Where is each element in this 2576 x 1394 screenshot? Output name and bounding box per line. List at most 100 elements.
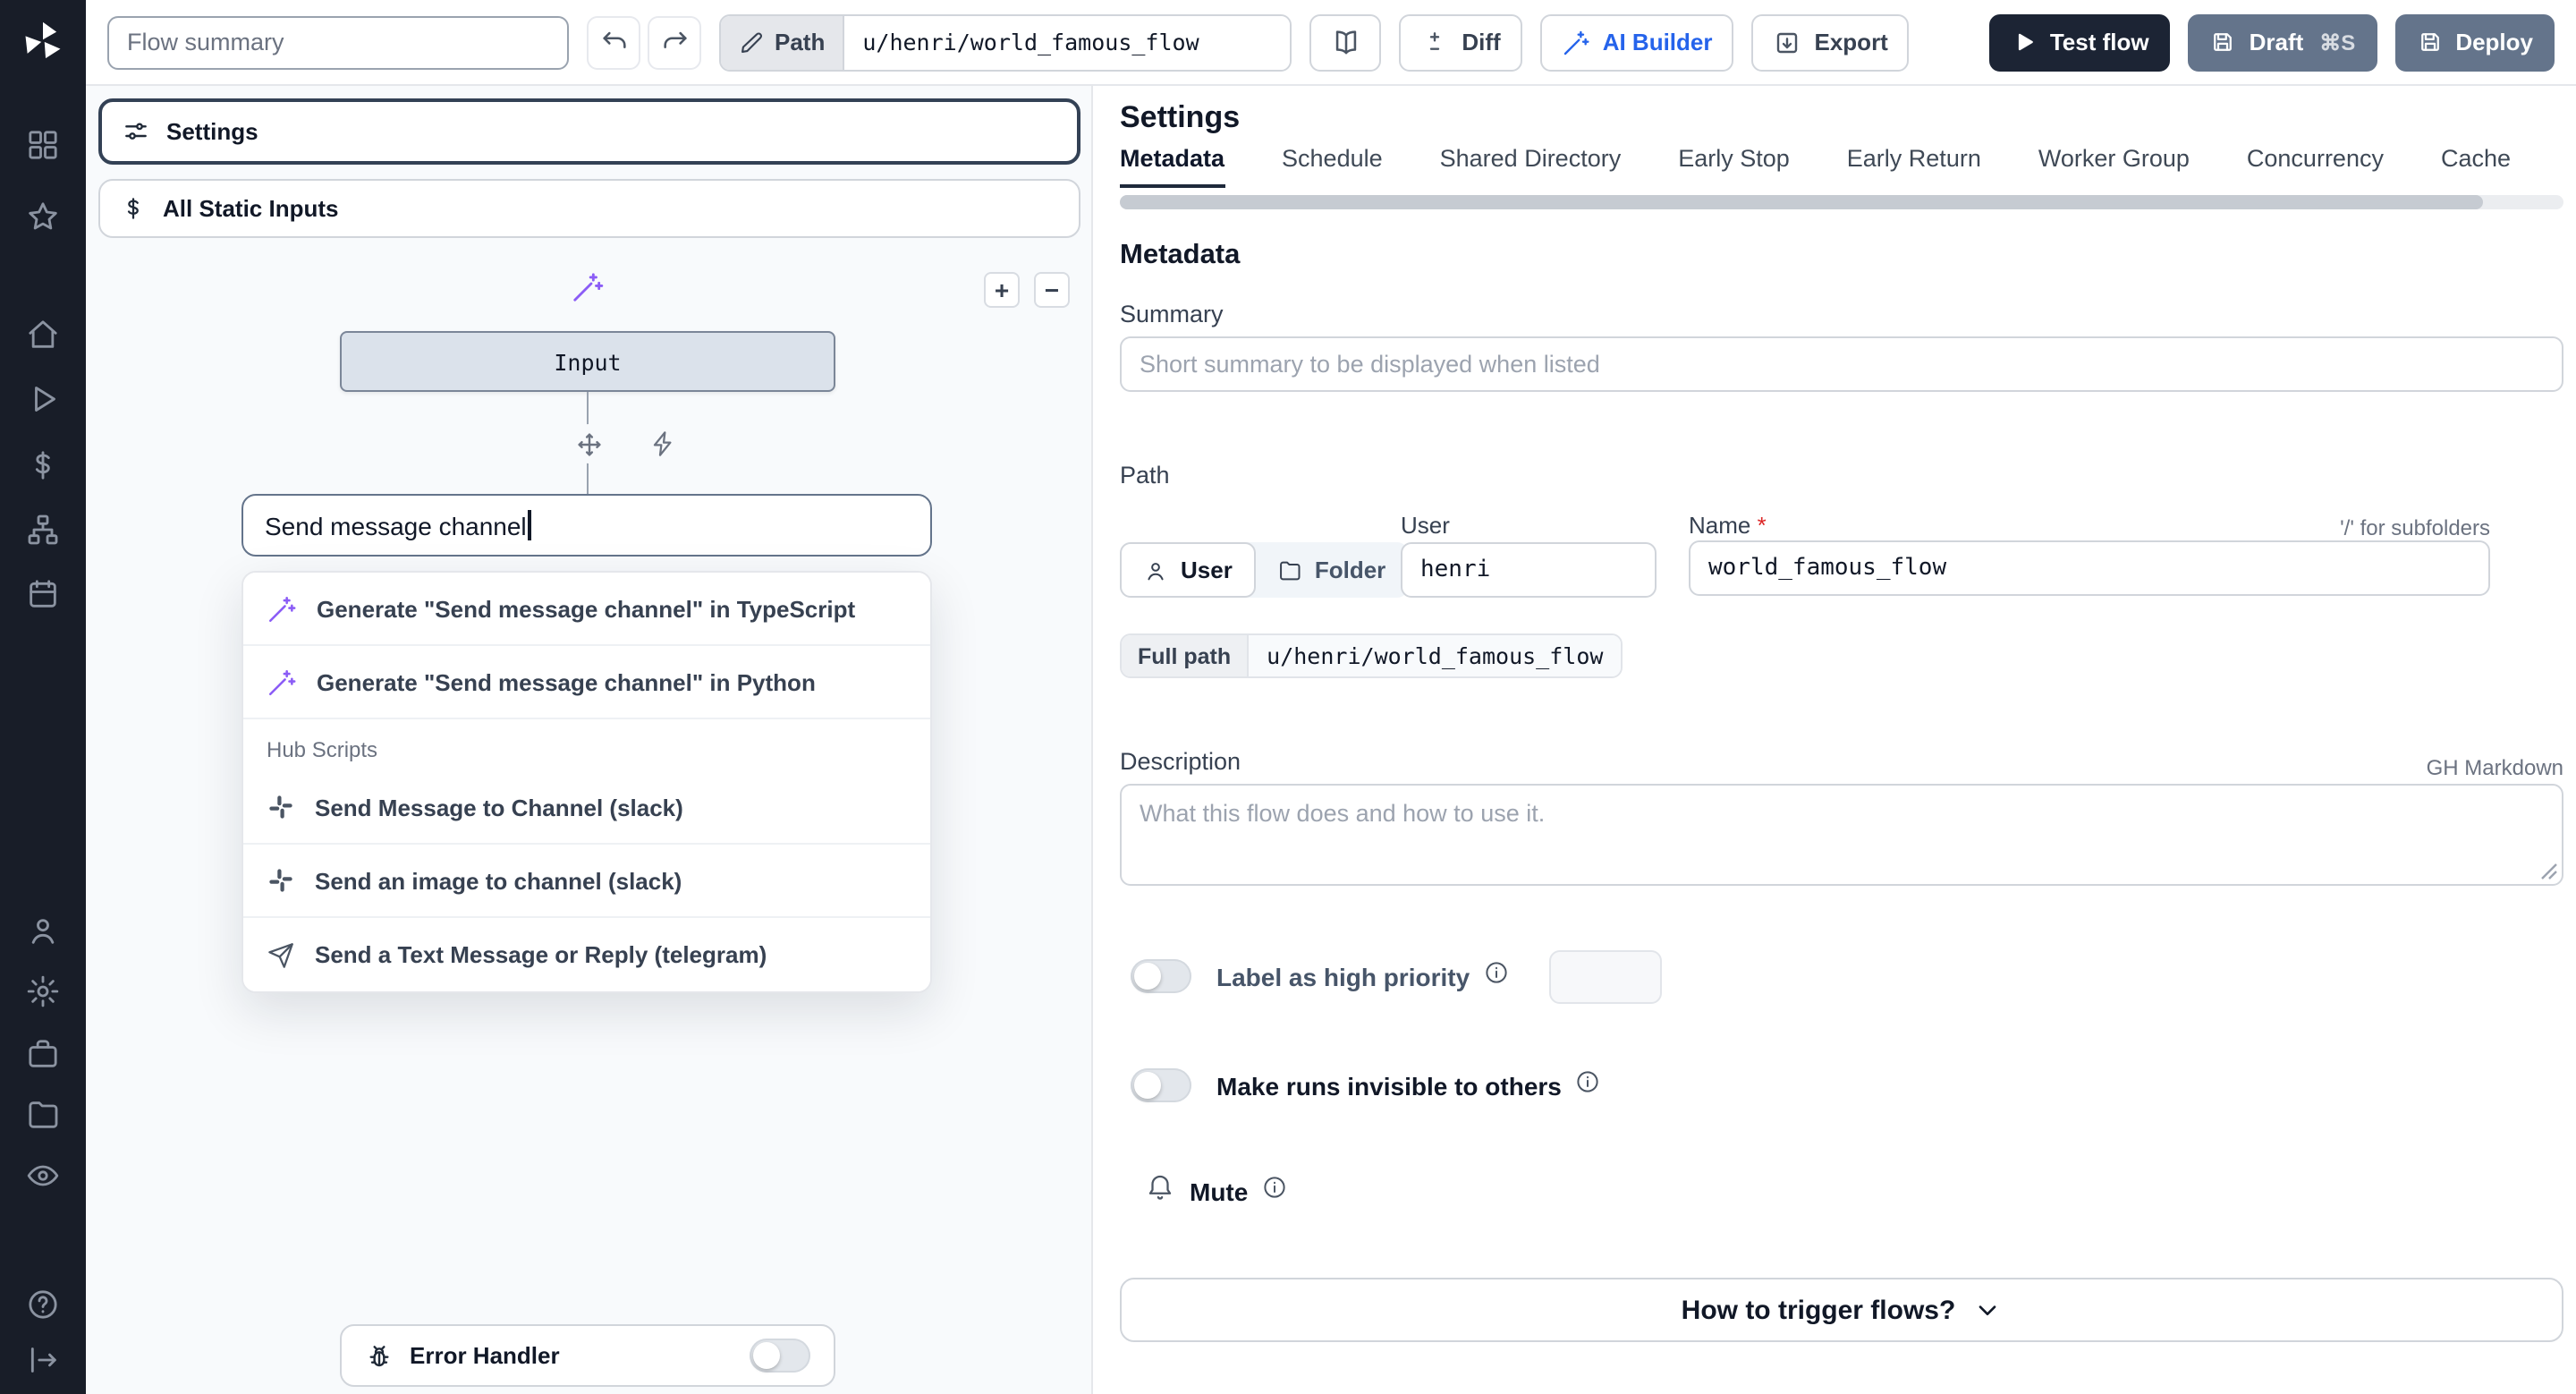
text-caret <box>528 510 531 540</box>
deploy-save-icon <box>2420 33 2439 51</box>
dollar-icon <box>127 198 139 219</box>
owner-kind-folder-label: Folder <box>1314 557 1386 583</box>
error-handler-toggle[interactable] <box>750 1339 810 1373</box>
move-cross-icon <box>577 432 600 455</box>
hub-item-label: Send an image to channel (slack) <box>315 867 682 894</box>
pencil-icon <box>741 31 762 52</box>
sidebar-audit-eye-icon[interactable] <box>25 1158 61 1194</box>
zoom-in-button[interactable]: + <box>984 272 1020 308</box>
flow-summary-input[interactable] <box>107 15 569 69</box>
required-marker: * <box>1757 512 1767 539</box>
diff-icon <box>1430 31 1440 49</box>
sidebar-star-icon[interactable] <box>25 199 61 234</box>
summary-input[interactable] <box>1120 336 2563 392</box>
sidebar-runs-play-icon[interactable] <box>25 381 61 417</box>
trigger-zap-button[interactable] <box>644 424 683 463</box>
mute-row: Mute <box>1145 1163 1287 1219</box>
windmill-logo-icon[interactable] <box>20 18 66 64</box>
deploy-button[interactable]: Deploy <box>2394 13 2555 71</box>
step-search-value: Send message channel <box>265 511 527 540</box>
draft-button[interactable]: Draft ⌘S <box>2188 13 2377 71</box>
name-input[interactable] <box>1689 540 2490 596</box>
full-path-label: Full path <box>1122 635 1248 676</box>
app-sidebar <box>0 0 86 1394</box>
sliders-icon <box>125 122 147 139</box>
save-icon <box>2214 33 2233 51</box>
tab-cache[interactable]: Cache <box>2441 145 2511 188</box>
telegram-icon <box>268 942 293 967</box>
user-input[interactable] <box>1401 542 1657 598</box>
sidebar-schedules-calendar-icon[interactable] <box>25 576 61 612</box>
docs-button[interactable] <box>1309 13 1382 71</box>
insert-step-move-button[interactable] <box>569 424 608 463</box>
tab-early-stop[interactable]: Early Stop <box>1678 145 1790 188</box>
user-field-label: User <box>1401 512 1450 539</box>
tab-schedule[interactable]: Schedule <box>1282 145 1383 188</box>
redo-button[interactable] <box>648 15 701 69</box>
test-flow-button[interactable]: Test flow <box>1988 13 2171 71</box>
sidebar-apps-grid-icon[interactable] <box>25 127 61 163</box>
diff-button[interactable]: Diff <box>1399 13 1522 71</box>
bug-icon <box>369 1345 389 1366</box>
all-static-inputs-node[interactable]: All Static Inputs <box>98 179 1080 238</box>
tab-concurrency[interactable]: Concurrency <box>2247 145 2384 188</box>
hub-item-telegram-message[interactable]: Send a Text Message or Reply (telegram) <box>243 918 930 991</box>
tabs-scrollbar[interactable] <box>1120 195 2563 209</box>
flow-settings-panel: Settings Metadata Schedule Shared Direct… <box>1093 86 2576 1394</box>
sidebar-help-icon[interactable] <box>25 1287 61 1322</box>
sidebar-expand-arrow-icon[interactable] <box>25 1342 61 1378</box>
flow-graph-panel: Settings All Static Inputs + − Input Sen… <box>86 86 1093 1394</box>
tabs-scrollbar-thumb[interactable] <box>1120 195 2483 209</box>
error-handler-node[interactable]: Error Handler <box>340 1324 835 1387</box>
hub-item-slack-image[interactable]: Send an image to channel (slack) <box>243 845 930 918</box>
resize-handle-icon[interactable] <box>2540 863 2558 880</box>
sidebar-resources-flow-icon[interactable] <box>25 512 61 548</box>
high-priority-toggle[interactable] <box>1131 959 1191 993</box>
sidebar-folders-icon[interactable] <box>25 1097 61 1133</box>
path-editor[interactable]: Path u/henri/world_famous_flow <box>719 13 1292 71</box>
metadata-heading: Metadata <box>1120 240 1241 270</box>
flow-settings-node[interactable]: Settings <box>98 98 1080 165</box>
owner-kind-user-label: User <box>1181 557 1233 583</box>
info-icon[interactable] <box>1260 1173 1287 1209</box>
sidebar-variables-dollar-icon[interactable] <box>25 447 61 483</box>
description-textarea[interactable] <box>1120 784 2563 886</box>
hub-item-label: Send Message to Channel (slack) <box>315 794 683 820</box>
generate-python-item[interactable]: Generate "Send message channel" in Pytho… <box>243 646 930 719</box>
tab-early-return[interactable]: Early Return <box>1847 145 1981 188</box>
invisible-runs-toggle[interactable] <box>1131 1068 1191 1102</box>
generate-python-label: Generate "Send message channel" in Pytho… <box>317 668 816 695</box>
how-to-trigger-flows-expander[interactable]: How to trigger flows? <box>1120 1278 2563 1342</box>
export-button[interactable]: Export <box>1751 13 1910 71</box>
zoom-out-button[interactable]: − <box>1034 272 1070 308</box>
owner-kind-user[interactable]: User <box>1120 542 1256 598</box>
sidebar-home-icon[interactable] <box>25 317 61 353</box>
mute-label: Mute <box>1190 1177 1249 1205</box>
play-icon <box>2018 33 2033 51</box>
tab-shared-directory[interactable]: Shared Directory <box>1440 145 1622 188</box>
ai-builder-button[interactable]: AI Builder <box>1539 13 1734 71</box>
invisible-runs-label: Make runs invisible to others <box>1216 1071 1562 1100</box>
undo-button[interactable] <box>587 15 640 69</box>
tab-worker-group[interactable]: Worker Group <box>2038 145 2190 188</box>
book-icon <box>1335 30 1356 55</box>
sidebar-gear-icon[interactable] <box>25 973 61 1009</box>
step-search-input[interactable]: Send message channel <box>242 494 932 557</box>
name-label-text: Name <box>1689 512 1751 539</box>
sidebar-user-icon[interactable] <box>25 913 61 948</box>
hub-item-slack-message[interactable]: Send Message to Channel (slack) <box>243 771 930 845</box>
windmill-flow-editor: Path u/henri/world_famous_flow Diff AI B… <box>0 0 2576 1394</box>
generate-typescript-item[interactable]: Generate "Send message channel" in TypeS… <box>243 573 930 646</box>
markdown-hint: GH Markdown <box>2426 755 2563 780</box>
owner-kind-folder[interactable]: Folder <box>1256 542 1407 598</box>
path-value-input[interactable]: u/henri/world_famous_flow <box>843 15 1291 69</box>
tab-metadata[interactable]: Metadata <box>1120 145 1225 188</box>
diff-label: Diff <box>1462 29 1501 55</box>
info-icon[interactable] <box>1482 958 1509 994</box>
folder-icon <box>1279 560 1301 580</box>
priority-value-input[interactable] <box>1548 949 1662 1003</box>
input-ai-wand-icon[interactable] <box>571 270 605 313</box>
sidebar-workers-briefcase-icon[interactable] <box>25 1036 61 1072</box>
info-icon[interactable] <box>1574 1067 1601 1103</box>
input-node[interactable]: Input <box>340 331 835 392</box>
